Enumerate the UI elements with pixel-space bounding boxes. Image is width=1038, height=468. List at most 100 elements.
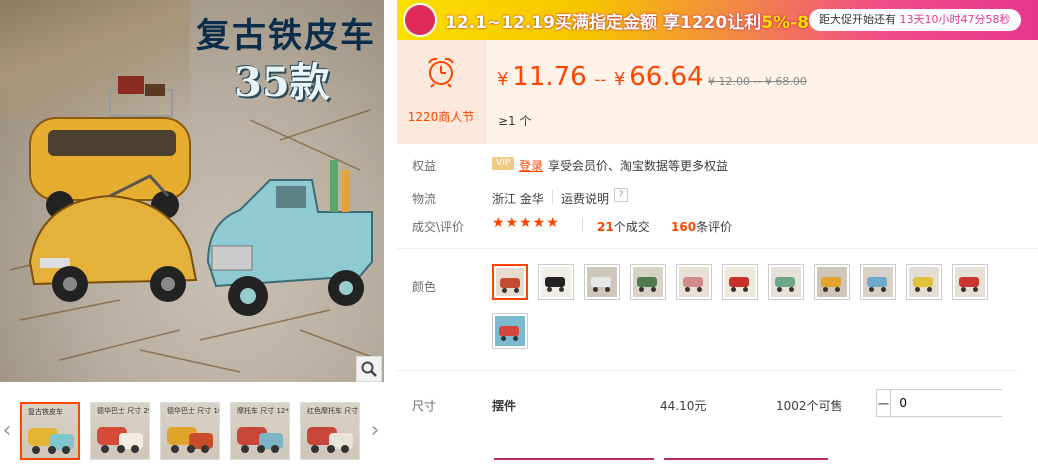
thumbnail[interactable]: 复古铁皮车 <box>20 402 80 460</box>
original-price: ¥ 12.00 -- ¥ 68.00 <box>708 75 807 88</box>
section-divider <box>397 370 1017 371</box>
swatch-wheel <box>927 287 932 292</box>
color-swatch-scooter-yellow[interactable] <box>906 264 942 300</box>
festival-badge-icon <box>403 3 437 37</box>
swatch-wheel <box>881 287 886 292</box>
swatch-product-shape <box>821 277 841 287</box>
swatch-wheel <box>501 336 506 341</box>
swatch-product-shape <box>913 277 933 287</box>
add-to-cart-button-edge[interactable] <box>664 458 828 468</box>
color-swatch-bicycle-red[interactable] <box>492 264 528 300</box>
swatch-wheel <box>514 288 519 293</box>
currency-symbol: ¥ <box>613 69 626 90</box>
thumbnail-prev-button[interactable]: ‹ <box>0 412 14 448</box>
swatch-wheel <box>547 287 552 292</box>
color-swatch-scooter-red[interactable] <box>952 264 988 300</box>
swatch-image <box>725 267 755 297</box>
swatch-image <box>633 267 663 297</box>
festival-box: 1220商人节 <box>397 40 486 144</box>
color-swatch-bus-yellow[interactable] <box>814 264 850 300</box>
color-swatch-scooter-blue[interactable] <box>860 264 896 300</box>
thumbnail-next-button[interactable]: › <box>368 412 382 448</box>
swatch-image <box>541 267 571 297</box>
price-separator: -- <box>594 70 607 89</box>
benefits-label: 权益 <box>412 159 437 173</box>
price-low: 11.76 <box>512 62 587 92</box>
swatch-wheel <box>685 287 690 292</box>
price-high: 66.64 <box>629 62 704 92</box>
color-swatch-scooter-multicolor[interactable] <box>492 313 528 349</box>
swatch-wheel <box>823 287 828 292</box>
chevron-left-icon: ‹ <box>2 417 12 443</box>
benefits-text: 享受会员价、淘宝数据等更多权益 <box>548 159 729 173</box>
thumbnail-caption: 复古铁皮车 <box>28 408 63 416</box>
swatch-wheel <box>743 287 748 292</box>
shipping-origin: 浙江 金华 <box>492 192 544 206</box>
swatch-wheel <box>961 287 966 292</box>
swatch-image <box>496 268 524 296</box>
swatch-product-shape <box>637 277 657 287</box>
thumbnail[interactable]: 摩托车 尺寸 12*3.5*8.5cm <box>230 402 290 460</box>
image-subtitle: 35款 <box>234 59 330 106</box>
currency-symbol: ¥ <box>497 69 509 90</box>
promo-text: 12.1~12.19买满指定金额 享1220让利5%-8%! <box>445 8 834 33</box>
color-label: 颜色 <box>412 280 437 294</box>
chevron-right-icon: › <box>370 417 380 443</box>
color-swatch-carriage-pink[interactable] <box>676 264 712 300</box>
rating-stars: ★★★★★ <box>492 215 560 231</box>
thumbnail[interactable]: 德华巴士 尺寸 16.5*7*10cm <box>160 402 220 460</box>
swatch-wheel <box>973 287 978 292</box>
color-swatch-bicycle-black[interactable] <box>538 264 574 300</box>
main-product-image[interactable]: 复古铁皮车 35款 <box>0 0 384 382</box>
thumbnail[interactable]: 德华巴士 尺寸 29*11.5cm <box>90 402 150 460</box>
color-swatch-bus-red[interactable] <box>722 264 758 300</box>
deals-label: 成交\评价 <box>412 220 465 234</box>
thumbnail-caption: 德华巴士 尺寸 29*11.5cm <box>97 407 149 415</box>
review-count[interactable]: 160条评价 <box>671 218 732 235</box>
size-option-price: 44.10元 <box>660 399 707 413</box>
swatch-wheel <box>789 287 794 292</box>
color-swatch-car-white[interactable] <box>584 264 620 300</box>
promo-description: 买满指定金额 享1220让利 <box>554 13 762 33</box>
magnifier-icon <box>361 361 377 377</box>
swatch-wheel <box>639 287 644 292</box>
swatch-wheel <box>697 287 702 292</box>
swatch-product-shape <box>683 277 703 287</box>
swatch-product-shape <box>867 277 887 287</box>
swatch-wheel <box>502 288 507 293</box>
swatch-wheel <box>869 287 874 292</box>
color-swatch-jeep-green[interactable] <box>630 264 666 300</box>
countdown-timer: 距大促开始还有 13天10小时47分58秒 <box>809 9 1021 31</box>
swatch-product-shape <box>500 278 520 288</box>
buy-now-button-edge[interactable] <box>494 458 654 468</box>
swatch-image <box>909 267 939 297</box>
review-number: 160 <box>671 220 697 234</box>
thumbnail[interactable]: 红色摩托车 尺寸 12*3.5*8.5cm <box>300 402 360 460</box>
login-link[interactable]: 登录 <box>519 157 543 174</box>
decrease-quantity-button[interactable]: − <box>877 390 891 416</box>
price-panel: 1220商人节 ¥ 11.76 -- ¥ 66.64 ¥ 12.00 -- ¥ … <box>397 40 1038 144</box>
swatch-wheel <box>559 287 564 292</box>
swatch-product-shape <box>775 277 795 287</box>
swatch-wheel <box>731 287 736 292</box>
quantity-input[interactable] <box>890 390 1038 416</box>
promo-banner[interactable]: 12.1~12.19买满指定金额 享1220让利5%-8%! 距大促开始还有 1… <box>397 0 1038 40</box>
sales-count[interactable]: 21个成交 <box>597 218 650 235</box>
color-swatch-bus-green[interactable] <box>768 264 804 300</box>
zoom-button[interactable] <box>356 356 382 382</box>
thumbnail-caption: 红色摩托车 尺寸 12*3.5*8.5cm <box>307 407 359 415</box>
divider <box>582 218 583 232</box>
swatch-image <box>771 267 801 297</box>
swatch-image <box>817 267 847 297</box>
price-range: ¥ 11.76 -- ¥ 66.64 <box>497 62 704 92</box>
size-option-stock: 1002个可售 <box>776 399 843 413</box>
swatch-product-shape <box>959 277 979 287</box>
review-suffix: 条评价 <box>696 220 733 234</box>
help-icon[interactable]: ? <box>614 188 628 202</box>
countdown-value: 13天10小时47分58秒 <box>899 13 1011 26</box>
swatch-wheel <box>513 336 518 341</box>
swatch-product-shape <box>591 277 611 287</box>
shipping-info-link[interactable]: 运费说明 <box>561 190 609 207</box>
alarm-clock-icon <box>428 57 454 88</box>
countdown-prefix: 距大促开始还有 <box>819 13 900 26</box>
